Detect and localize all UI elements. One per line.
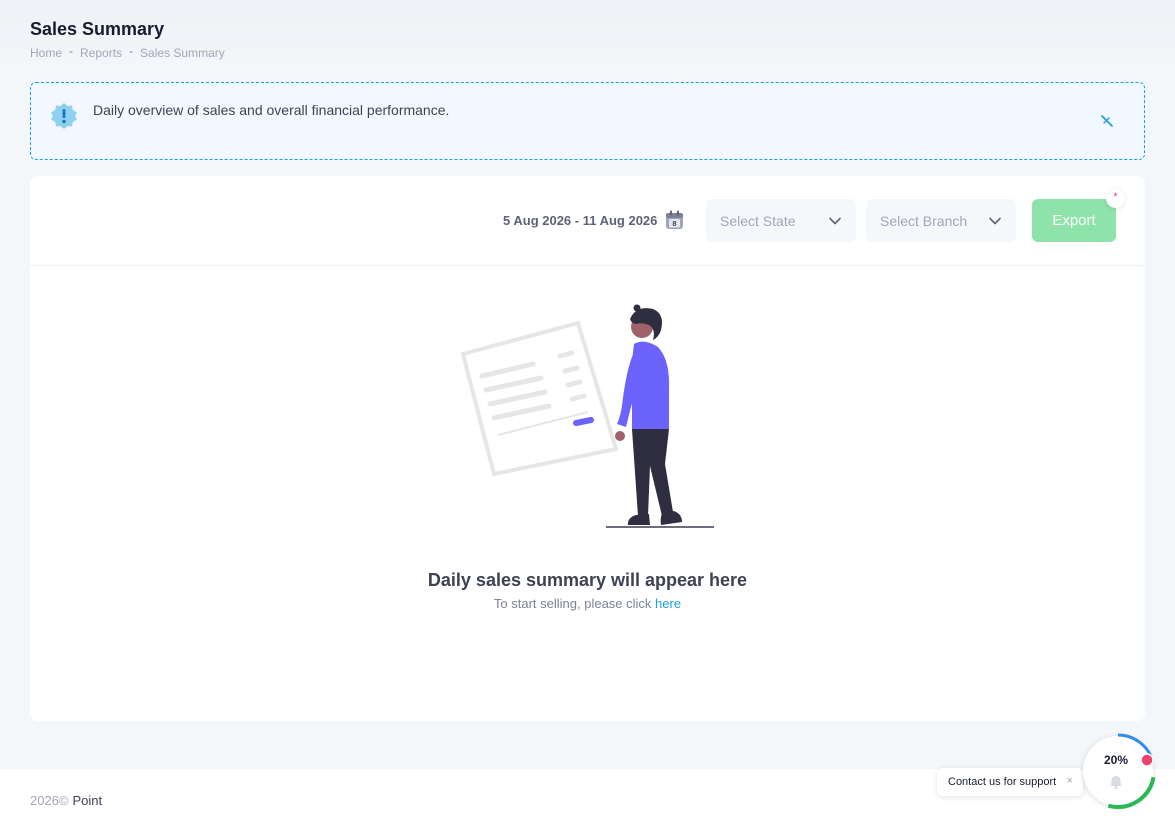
info-notice: Daily overview of sales and overall fina… bbox=[30, 82, 1145, 160]
footer-brand-link[interactable]: Point bbox=[73, 793, 103, 808]
branch-select-placeholder: Select Branch bbox=[880, 212, 968, 229]
support-tooltip[interactable]: Contact us for support × bbox=[937, 768, 1083, 796]
notice-text: Daily overview of sales and overall fina… bbox=[93, 102, 450, 118]
empty-state-subtitle: To start selling, please click here bbox=[30, 596, 1145, 611]
footer-copyright: 2026© Point bbox=[30, 793, 102, 808]
breadcrumb: Home - Reports - Sales Summary bbox=[30, 44, 225, 60]
calendar-day: 8 bbox=[673, 219, 677, 228]
date-range-picker[interactable]: 5 Aug 2026 - 11 Aug 2026 8 bbox=[503, 210, 684, 230]
support-label: Contact us for support bbox=[948, 776, 1057, 788]
calendar-icon: 8 bbox=[666, 210, 684, 229]
date-range-text: 5 Aug 2026 - 11 Aug 2026 bbox=[503, 212, 658, 228]
footer-year: 2026© bbox=[30, 793, 69, 808]
card-toolbar: 5 Aug 2026 - 11 Aug 2026 8 Select State … bbox=[30, 176, 1145, 266]
export-button[interactable]: Export bbox=[1032, 199, 1116, 242]
document-illustration bbox=[460, 320, 619, 477]
breadcrumb-separator: - bbox=[69, 44, 74, 58]
report-card: 5 Aug 2026 - 11 Aug 2026 8 Select State … bbox=[30, 176, 1145, 721]
empty-state-title: Daily sales summary will appear here bbox=[427, 570, 748, 590]
onboarding-progress-widget[interactable]: 20% bbox=[1080, 733, 1156, 809]
breadcrumb-reports[interactable]: Reports bbox=[80, 46, 122, 60]
start-selling-link[interactable]: here bbox=[655, 596, 681, 611]
breadcrumb-current: Sales Summary bbox=[140, 46, 225, 60]
state-select[interactable]: Select State bbox=[706, 199, 856, 242]
support-close-button[interactable]: × bbox=[1067, 775, 1073, 787]
export-badge: * bbox=[1106, 189, 1125, 208]
page-header: Sales Summary Home - Reports - Sales Sum… bbox=[0, 0, 1175, 70]
progress-ring bbox=[1080, 733, 1156, 809]
info-badge-icon bbox=[51, 103, 77, 129]
empty-state-subtitle-text: To start selling, please click bbox=[493, 596, 652, 611]
state-select-placeholder: Select State bbox=[720, 212, 796, 229]
breadcrumb-home[interactable]: Home bbox=[30, 46, 62, 60]
bell-icon bbox=[1110, 776, 1122, 790]
close-icon[interactable] bbox=[1100, 114, 1114, 128]
empty-state-illustration bbox=[460, 304, 714, 528]
breadcrumb-separator: - bbox=[129, 44, 134, 58]
progress-percentage: 20% bbox=[1103, 753, 1129, 767]
page-title: Sales Summary bbox=[30, 19, 165, 39]
chevron-down-icon bbox=[829, 217, 841, 224]
person-illustration bbox=[606, 304, 714, 528]
branch-select[interactable]: Select Branch bbox=[866, 199, 1016, 242]
chevron-down-icon bbox=[989, 217, 1001, 224]
